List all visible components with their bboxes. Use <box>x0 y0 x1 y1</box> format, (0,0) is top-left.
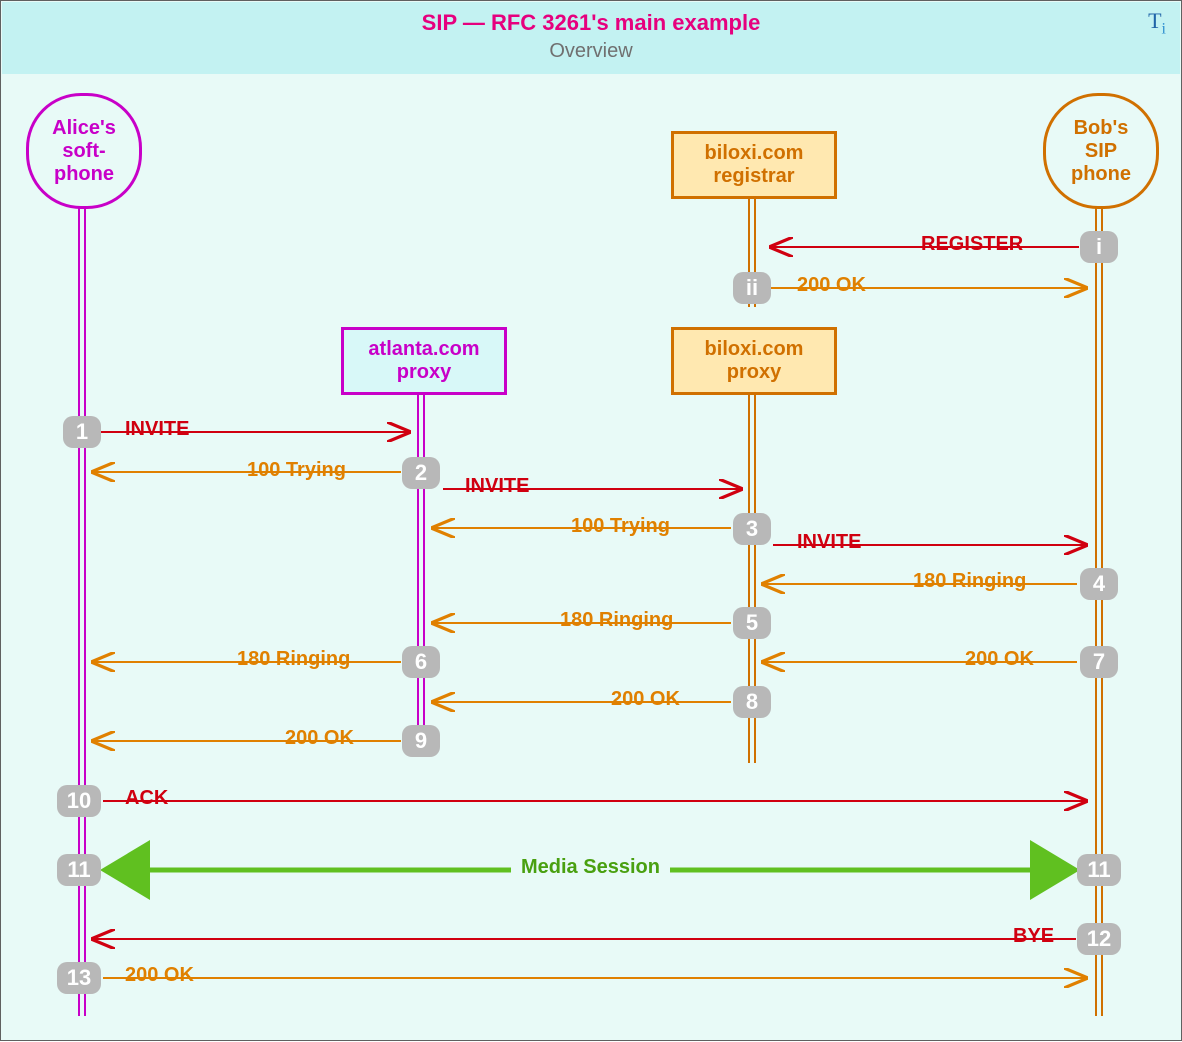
step-badge-10: 10 <box>57 785 101 817</box>
actor-label: biloxi.com <box>674 142 834 165</box>
actor-label: atlanta.com <box>344 338 504 361</box>
actor-label: Alice's <box>29 117 139 140</box>
step-badge-1: 1 <box>63 416 101 448</box>
step-badge-5: 5 <box>733 607 771 639</box>
title-bar: SIP — RFC 3261's main example Overview T… <box>2 2 1180 74</box>
diagram-subtitle: Overview <box>2 36 1180 63</box>
msg-200ok-8: 200 OK <box>611 688 680 711</box>
msg-100trying-3: 100 Trying <box>571 515 670 538</box>
step-badge-3: 3 <box>733 513 771 545</box>
actor-bob-sip-phone: Bob's SIP phone <box>1043 93 1159 209</box>
step-badge-ii: ii <box>733 272 771 304</box>
msg-100trying-2: 100 Trying <box>247 459 346 482</box>
step-badge-11b: 11 <box>1077 854 1121 886</box>
step-badge-i: i <box>1080 231 1118 263</box>
step-badge-12: 12 <box>1077 923 1121 955</box>
step-badge-9: 9 <box>402 725 440 757</box>
step-badge-4: 4 <box>1080 568 1118 600</box>
lifeline-atlanta-proxy <box>416 393 426 733</box>
step-badge-11a: 11 <box>57 854 101 886</box>
actor-label: proxy <box>674 361 834 384</box>
actor-biloxi-proxy: biloxi.com proxy <box>671 327 837 395</box>
msg-ack: ACK <box>125 787 168 810</box>
msg-invite-1: INVITE <box>125 418 189 441</box>
msg-200ok-9: 200 OK <box>285 727 354 750</box>
step-badge-2: 2 <box>402 457 440 489</box>
logo-icon: Ti <box>1148 8 1166 38</box>
actor-biloxi-registrar: biloxi.com registrar <box>671 131 837 199</box>
msg-200ok-ii: 200 OK <box>797 274 866 297</box>
actor-atlanta-proxy: atlanta.com proxy <box>341 327 507 395</box>
msg-180-4: 180 Ringing <box>913 570 1026 593</box>
step-badge-7: 7 <box>1080 646 1118 678</box>
lifeline-bob <box>1094 206 1104 1016</box>
msg-invite-2: INVITE <box>465 475 529 498</box>
actor-alice-softphone: Alice's soft- phone <box>26 93 142 209</box>
msg-bye: BYE <box>1013 925 1054 948</box>
msg-register: REGISTER <box>921 233 1023 256</box>
step-badge-6: 6 <box>402 646 440 678</box>
msg-media: Media Session <box>511 856 670 879</box>
diagram-frame: SIP — RFC 3261's main example Overview T… <box>0 0 1182 1041</box>
msg-200ok-13: 200 OK <box>125 964 194 987</box>
msg-180-5: 180 Ringing <box>560 609 673 632</box>
actor-label: proxy <box>344 361 504 384</box>
step-badge-13: 13 <box>57 962 101 994</box>
diagram-title: SIP — RFC 3261's main example <box>2 2 1180 36</box>
step-badge-8: 8 <box>733 686 771 718</box>
actor-label: Bob's <box>1046 117 1156 140</box>
msg-180-6: 180 Ringing <box>237 648 350 671</box>
msg-invite-3: INVITE <box>797 531 861 554</box>
actor-label: SIP <box>1046 140 1156 163</box>
actor-label: biloxi.com <box>674 338 834 361</box>
actor-label: soft- <box>29 140 139 163</box>
lifeline-alice <box>77 206 87 1016</box>
msg-200ok-7: 200 OK <box>965 648 1034 671</box>
actor-label: phone <box>29 163 139 186</box>
actor-label: phone <box>1046 163 1156 186</box>
actor-label: registrar <box>674 165 834 188</box>
